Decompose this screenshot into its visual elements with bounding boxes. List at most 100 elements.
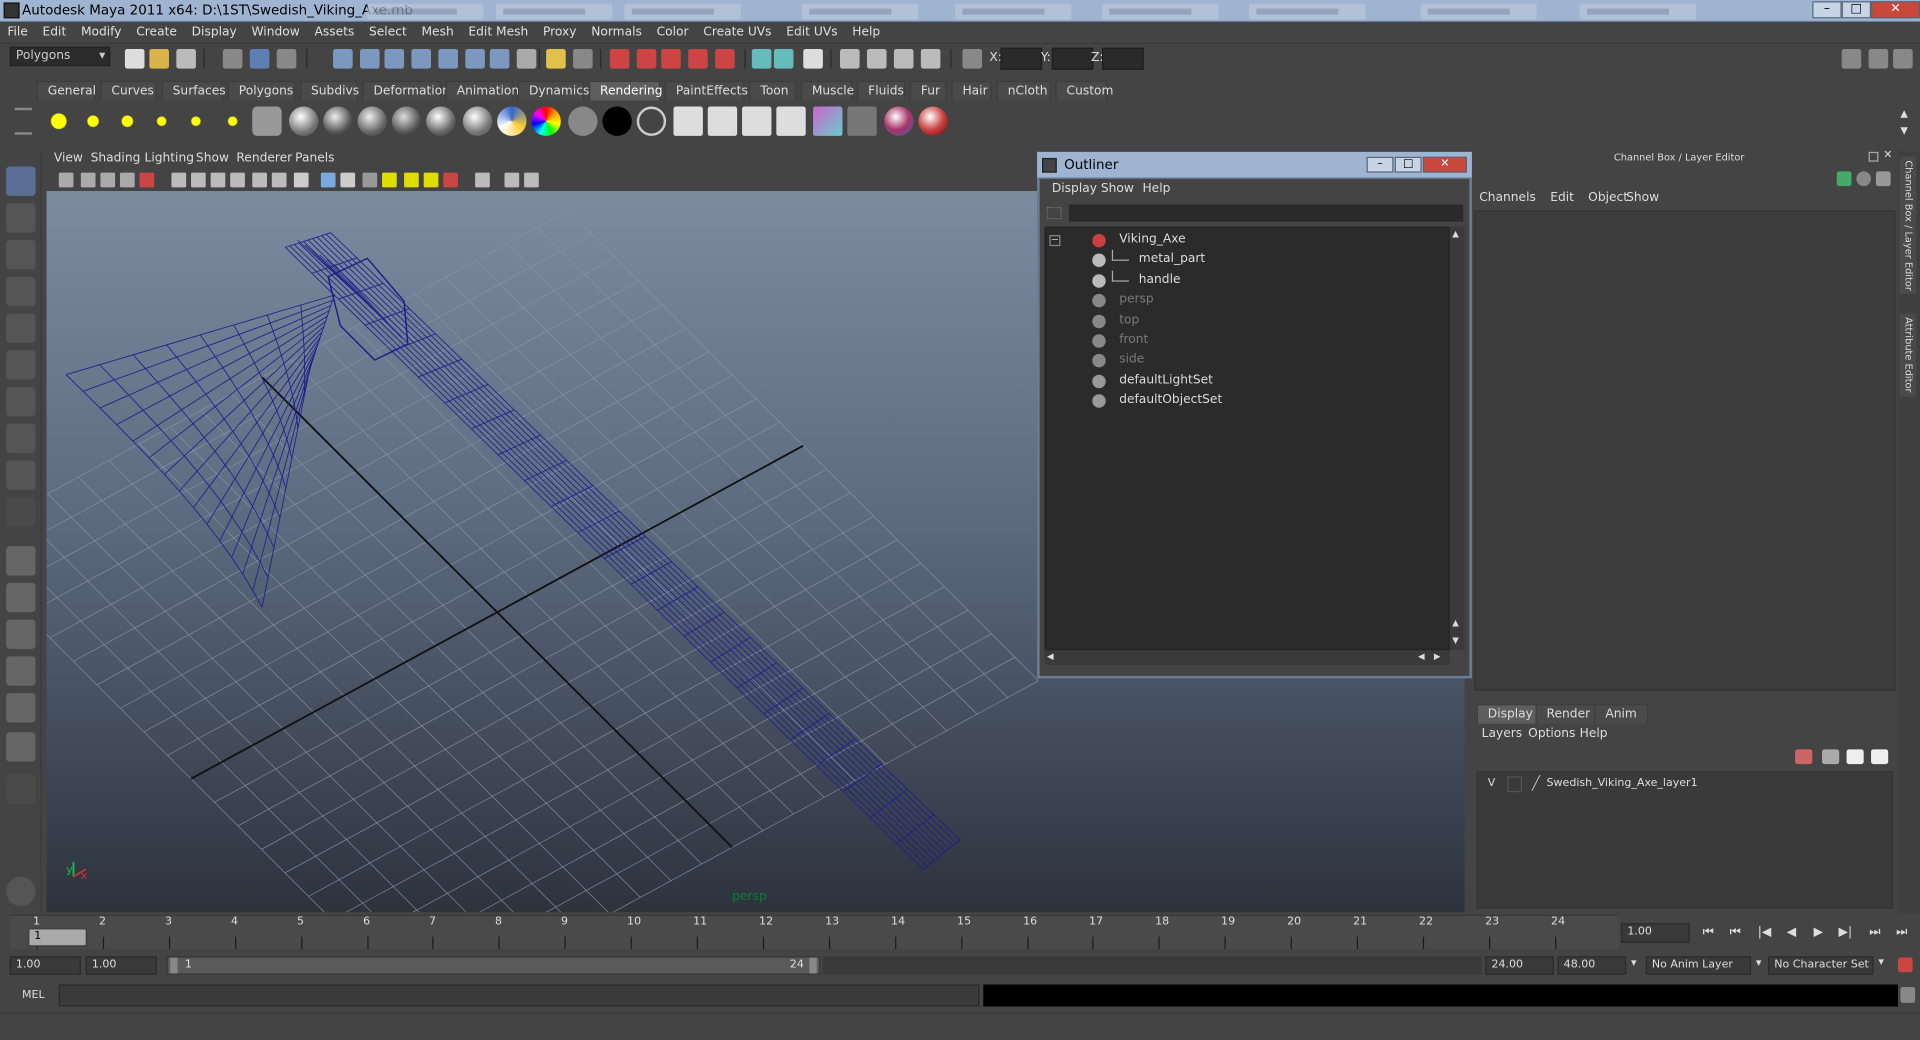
point-light-icon[interactable] bbox=[112, 106, 143, 136]
viewport-menu-panels[interactable]: Panels bbox=[295, 152, 334, 165]
viewport-menu-renderer[interactable]: Renderer bbox=[236, 152, 292, 165]
scroll-up-icon[interactable]: ▲ bbox=[1452, 229, 1459, 239]
move-down-layer-icon[interactable] bbox=[1871, 749, 1889, 765]
script-editor-icon[interactable] bbox=[1900, 986, 1916, 1003]
x-field[interactable] bbox=[1000, 47, 1043, 70]
channel-box-icon[interactable] bbox=[1856, 171, 1872, 187]
select-component-icon[interactable] bbox=[276, 48, 297, 69]
color-shader-icon[interactable] bbox=[531, 106, 561, 136]
menu-color[interactable]: Color bbox=[649, 22, 696, 44]
pick-mask-icon[interactable] bbox=[411, 48, 432, 69]
range-start-handle[interactable] bbox=[170, 957, 178, 974]
persp-graph-hypershade-layout-icon[interactable] bbox=[6, 732, 36, 762]
channel-box-menu-edit[interactable]: Edit bbox=[1550, 191, 1574, 204]
minimize-button[interactable]: – bbox=[1812, 1, 1842, 19]
layer-tab-anim[interactable]: Anim bbox=[1594, 704, 1648, 724]
outliner-row-defaultlightset[interactable]: defaultLightSet bbox=[1046, 371, 1450, 391]
viewport-toolbar-icon[interactable] bbox=[139, 172, 155, 188]
last-tool-icon[interactable] bbox=[6, 497, 36, 527]
menu-edit[interactable]: Edit bbox=[35, 22, 73, 44]
menu-mesh[interactable]: Mesh bbox=[414, 22, 461, 44]
close-button[interactable]: ✕ bbox=[1871, 1, 1920, 19]
camera-icon[interactable] bbox=[252, 106, 282, 136]
render-icon[interactable] bbox=[673, 106, 703, 136]
maximize-button[interactable]: □ bbox=[1841, 1, 1872, 19]
menu-edit-uvs[interactable]: Edit UVs bbox=[779, 22, 845, 44]
viewport-toolbar-icon[interactable] bbox=[191, 172, 206, 188]
layer-menu-help[interactable]: Help bbox=[1580, 727, 1608, 740]
show-manipulator-icon[interactable] bbox=[6, 460, 36, 490]
pick-mask-icon[interactable] bbox=[438, 48, 458, 69]
shader-ball-icon[interactable] bbox=[462, 106, 493, 136]
viewport-toolbar-icon[interactable] bbox=[293, 172, 309, 188]
layer-type-toggle[interactable] bbox=[1507, 776, 1523, 793]
viewport-menu-view[interactable]: View bbox=[54, 152, 83, 165]
viewport-toolbar-icon[interactable] bbox=[210, 172, 226, 188]
shelf-tab-subdivs[interactable]: Subdivs bbox=[300, 80, 359, 101]
viewport-toolbar-icon[interactable] bbox=[100, 172, 116, 188]
pick-mask-icon[interactable] bbox=[384, 48, 405, 69]
shelf-tab-animation[interactable]: Animation bbox=[445, 80, 519, 101]
time-slider[interactable]: 1 2 3 4 5 6 7 8 9 10 11 12 13 14 15 16 17 18 19 20 21 22 23 24 bbox=[9, 914, 1619, 949]
script-language-label[interactable]: MEL bbox=[10, 987, 59, 1005]
outliner-minimize-button[interactable]: – bbox=[1366, 156, 1394, 173]
pick-mask-icon[interactable] bbox=[333, 48, 353, 69]
render-view-icon[interactable] bbox=[847, 106, 877, 136]
outliner-horizontal-scrollbar[interactable]: ◀ ◀ ▶ bbox=[1044, 650, 1450, 665]
outliner-row-metal_part[interactable]: metal_part bbox=[1046, 250, 1450, 270]
outliner-menu-show[interactable]: Show bbox=[1101, 182, 1134, 195]
menu-window[interactable]: Window bbox=[244, 22, 307, 44]
step-forward-key-icon[interactable]: ⏭ bbox=[1866, 924, 1883, 941]
shelf-scroll-up-icon[interactable]: ▲ bbox=[1900, 108, 1908, 119]
shelf-tab-surfaces[interactable]: Surfaces bbox=[161, 80, 226, 101]
auto-key-icon[interactable] bbox=[1897, 957, 1913, 973]
render-settings-icon[interactable] bbox=[920, 48, 941, 69]
spot-light-icon[interactable] bbox=[146, 106, 177, 136]
menu-create[interactable]: Create bbox=[129, 22, 184, 44]
menu-assets[interactable]: Assets bbox=[307, 22, 362, 44]
menu-edit-mesh[interactable]: Edit Mesh bbox=[461, 22, 536, 44]
area-light-icon[interactable] bbox=[181, 106, 211, 136]
manipulator-tool-icon[interactable] bbox=[6, 386, 36, 417]
viewport-toolbar-icon[interactable] bbox=[340, 172, 356, 188]
viewport-menu-lighting[interactable]: Lighting bbox=[144, 152, 193, 165]
select-hierarchy-icon[interactable] bbox=[222, 48, 243, 69]
select-tool-icon[interactable] bbox=[6, 166, 36, 196]
chevron-down-icon[interactable]: ▾ bbox=[1878, 956, 1884, 968]
outliner-row-persp[interactable]: persp bbox=[1046, 290, 1450, 310]
shelf-tab-custom[interactable]: Custom bbox=[1055, 80, 1113, 101]
channel-box-icon[interactable] bbox=[1836, 171, 1852, 187]
outliner-row-handle[interactable]: handle bbox=[1046, 270, 1450, 290]
end-time-field[interactable]: 48.00 bbox=[1557, 956, 1627, 975]
ambient-light-icon[interactable] bbox=[44, 106, 74, 136]
directional-light-icon[interactable] bbox=[78, 106, 108, 136]
shelf-tab-fur[interactable]: Fur bbox=[909, 80, 947, 101]
shader-ball-icon[interactable] bbox=[391, 106, 422, 136]
pick-mask-icon[interactable] bbox=[489, 48, 510, 69]
y-field[interactable] bbox=[1051, 47, 1094, 70]
range-slider-track[interactable] bbox=[822, 956, 1482, 975]
paint-icon[interactable] bbox=[918, 106, 948, 136]
soft-mod-tool-icon[interactable] bbox=[6, 423, 36, 454]
shelf-tab-general[interactable]: General bbox=[36, 80, 96, 101]
use-background-icon[interactable] bbox=[636, 106, 667, 136]
viewport-toolbar-icon[interactable] bbox=[271, 172, 287, 188]
menu-display[interactable]: Display bbox=[184, 22, 244, 44]
step-back-frame-icon[interactable]: |◀ bbox=[1756, 924, 1773, 941]
step-forward-frame-icon[interactable]: ▶| bbox=[1837, 924, 1854, 941]
layer-tab-display[interactable]: Display bbox=[1476, 704, 1544, 724]
outliner-row-side[interactable]: side bbox=[1046, 351, 1450, 371]
z-field[interactable] bbox=[1102, 47, 1144, 70]
new-scene-icon[interactable] bbox=[124, 48, 145, 69]
save-scene-icon[interactable] bbox=[176, 48, 196, 69]
shader-library-icon[interactable] bbox=[884, 106, 914, 136]
channel-box-menu-object[interactable]: Object bbox=[1588, 191, 1628, 204]
paint-select-tool-icon[interactable] bbox=[6, 240, 36, 270]
new-layer-selected-icon[interactable] bbox=[1822, 749, 1840, 765]
layer-color-icon[interactable]: ╱ bbox=[1532, 775, 1540, 791]
toggle-attribute-editor-icon[interactable] bbox=[1841, 48, 1862, 69]
float-panel-icon[interactable] bbox=[1868, 151, 1879, 162]
layer-row[interactable]: V ╱ Swedish_Viking_Axe_layer1 bbox=[1477, 772, 1892, 798]
lasso-tool-icon[interactable] bbox=[6, 203, 36, 233]
snap-view-icon[interactable] bbox=[688, 48, 708, 69]
